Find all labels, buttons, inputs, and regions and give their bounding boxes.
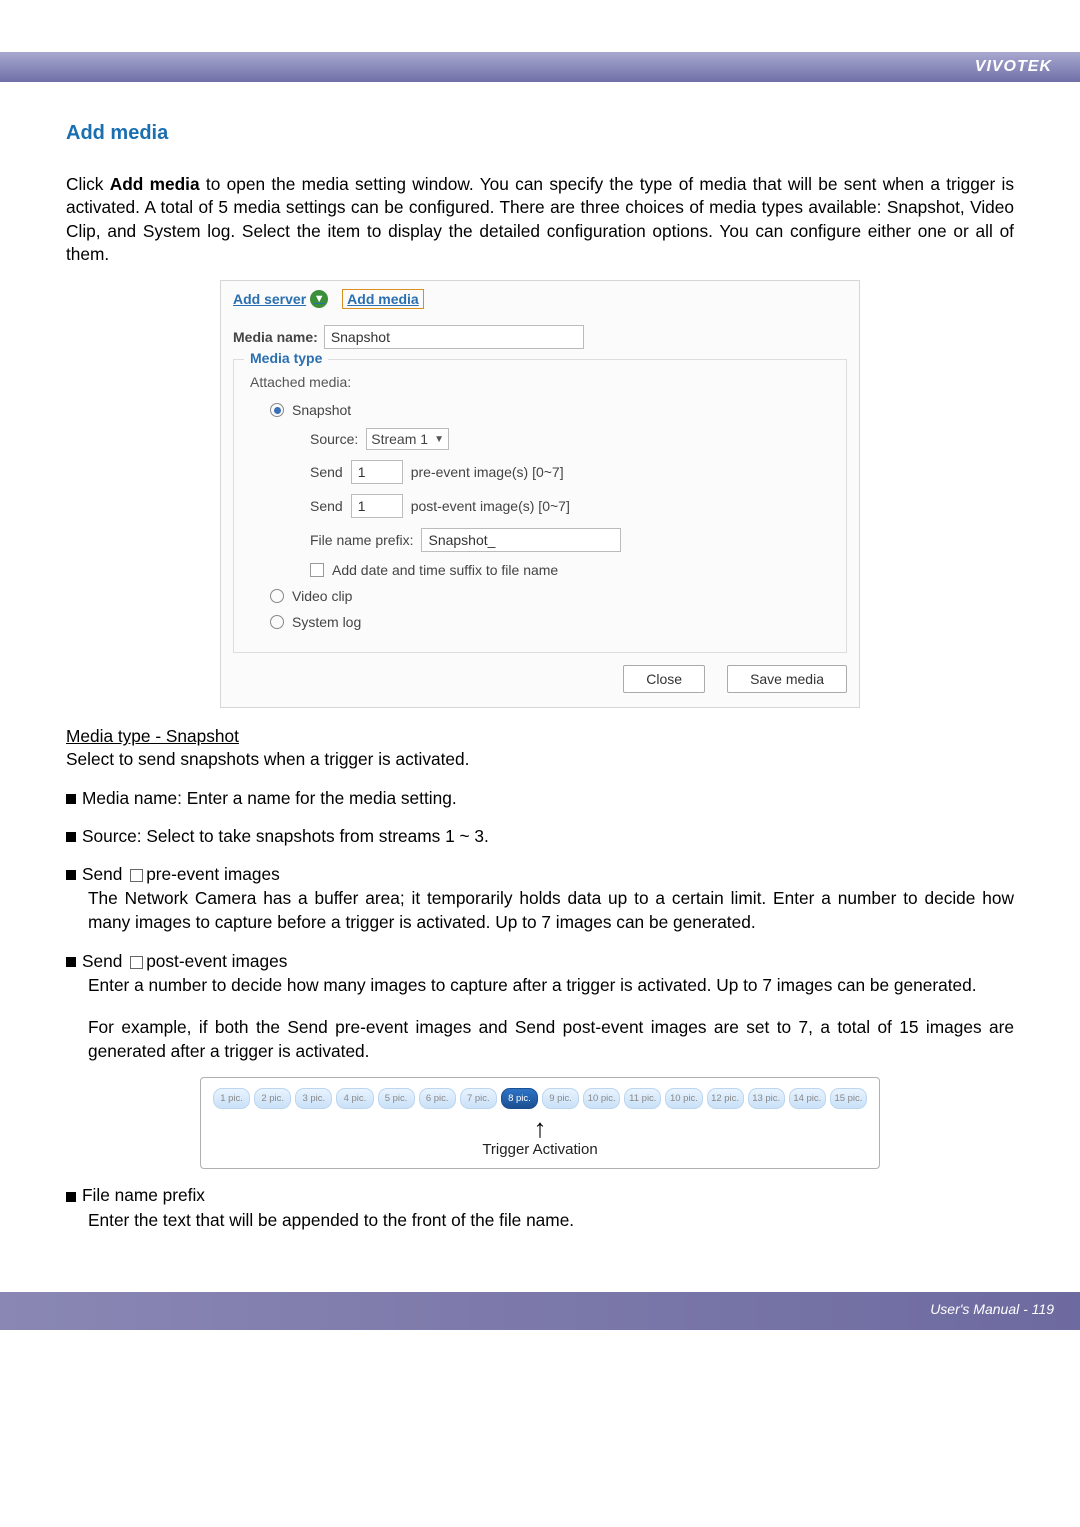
snapshot-desc: Select to send snapshots when a trigger … xyxy=(66,747,1014,771)
pic-item: 6 pic. xyxy=(419,1088,456,1109)
pre-event-input[interactable] xyxy=(351,460,403,484)
trigger-diagram: 1 pic.2 pic.3 pic.4 pic.5 pic.6 pic.7 pi… xyxy=(200,1077,880,1169)
media-name-input[interactable] xyxy=(324,325,584,349)
bullet-icon xyxy=(66,957,76,967)
radio-videoclip[interactable]: Video clip xyxy=(270,588,830,604)
pic-item: 10 pic. xyxy=(665,1088,702,1109)
media-settings-dialog: Add server ▼ Add media Media name: Media… xyxy=(220,280,860,708)
close-button[interactable]: Close xyxy=(623,665,705,693)
snapshot-options: Source: Stream 1 ▼ Send pre-event image(… xyxy=(310,428,830,578)
post-event-input[interactable] xyxy=(351,494,403,518)
intro-paragraph: Click Add media to open the media settin… xyxy=(66,173,1014,266)
page-footer: User's Manual - 119 xyxy=(0,1292,1080,1330)
save-media-button[interactable]: Save media xyxy=(727,665,847,693)
suffix-checkbox[interactable] xyxy=(310,563,324,577)
source-select[interactable]: Stream 1 ▼ xyxy=(366,428,449,450)
pic-item: 7 pic. xyxy=(460,1088,497,1109)
send-post-word: Send xyxy=(82,951,122,971)
bullet-icon xyxy=(66,794,76,804)
pre-event-suffix: pre-event image(s) [0~7] xyxy=(411,464,564,480)
bullet-icon xyxy=(66,1192,76,1202)
brand-name: VIVOTEK xyxy=(975,58,1052,76)
inline-checkbox-icon xyxy=(130,956,143,969)
media-type-fieldset: Media type Attached media: Snapshot Sour… xyxy=(233,359,847,653)
radio-icon xyxy=(270,403,284,417)
brand-bar: VIVOTEK xyxy=(0,52,1080,82)
add-media-label: Add media xyxy=(347,291,419,307)
footer-text: User's Manual - 119 xyxy=(930,1301,1054,1317)
add-server-label: Add server xyxy=(233,291,306,307)
pic-item: 13 pic. xyxy=(748,1088,785,1109)
bullet-icon xyxy=(66,832,76,842)
dialog-tabs: Add server ▼ Add media xyxy=(233,289,847,309)
example-text: For example, if both the Send pre-event … xyxy=(88,1015,1014,1063)
source-label: Source: xyxy=(310,431,358,447)
media-name-label: Media name: xyxy=(233,329,318,345)
arrow-up-icon: ↑ xyxy=(213,1115,867,1141)
bullet-send-post: Send post-event images xyxy=(66,949,1014,973)
radio-systemlog[interactable]: System log xyxy=(270,614,830,630)
snapshot-heading: Media type - Snapshot xyxy=(66,726,1014,747)
source-value: Stream 1 xyxy=(371,431,428,447)
radio-icon xyxy=(270,589,284,603)
send-post-desc: Enter a number to decide how many images… xyxy=(88,973,1014,997)
attached-media-label: Attached media: xyxy=(250,374,830,390)
pic-item: 1 pic. xyxy=(213,1088,250,1109)
file-prefix-input[interactable] xyxy=(421,528,621,552)
pic-item: 11 pic. xyxy=(624,1088,661,1109)
post-event-suffix: post-event image(s) [0~7] xyxy=(411,498,570,514)
send-pre-label: Send xyxy=(310,464,343,480)
intro-after: to open the media setting window. You ca… xyxy=(66,174,1014,264)
file-prefix-heading: File name prefix xyxy=(82,1185,205,1205)
file-prefix-desc: Enter the text that will be appended to … xyxy=(88,1208,1014,1232)
pic-item: 10 pic. xyxy=(583,1088,620,1109)
bullet-source: Source: Select to take snapshots from st… xyxy=(66,824,1014,848)
suffix-checkbox-label: Add date and time suffix to file name xyxy=(332,562,558,578)
bullet-file-prefix: File name prefix xyxy=(66,1183,1014,1207)
bullet-icon xyxy=(66,870,76,880)
send-pre-word: Send xyxy=(82,864,122,884)
add-server-link[interactable]: Add server ▼ xyxy=(233,290,328,308)
expand-down-icon: ▼ xyxy=(310,290,328,308)
pic-sequence: 1 pic.2 pic.3 pic.4 pic.5 pic.6 pic.7 pi… xyxy=(213,1088,867,1109)
media-type-legend: Media type xyxy=(244,350,328,366)
add-media-link[interactable]: Add media xyxy=(342,289,424,309)
send-post-label: Send xyxy=(310,498,343,514)
inline-checkbox-icon xyxy=(130,869,143,882)
section-title: Add media xyxy=(66,122,1014,145)
pic-item: 3 pic. xyxy=(295,1088,332,1109)
trigger-caption: Trigger Activation xyxy=(213,1141,867,1158)
intro-before: Click xyxy=(66,174,110,194)
pic-item: 15 pic. xyxy=(830,1088,867,1109)
radio-videoclip-label: Video clip xyxy=(292,588,352,604)
radio-snapshot[interactable]: Snapshot xyxy=(270,402,830,418)
pic-item: 5 pic. xyxy=(378,1088,415,1109)
top-spacer xyxy=(0,0,1080,52)
chevron-down-icon: ▼ xyxy=(434,434,444,445)
radio-icon xyxy=(270,615,284,629)
pic-item: 9 pic. xyxy=(542,1088,579,1109)
pic-item: 14 pic. xyxy=(789,1088,826,1109)
radio-systemlog-label: System log xyxy=(292,614,361,630)
pic-item: 12 pic. xyxy=(707,1088,744,1109)
file-prefix-label: File name prefix: xyxy=(310,532,413,548)
intro-bold: Add media xyxy=(110,174,200,194)
send-pre-after: pre-event images xyxy=(146,864,280,884)
bullet-media-name: Media name: Enter a name for the media s… xyxy=(66,786,1014,810)
bullet-send-pre: Send pre-event images xyxy=(66,862,1014,886)
bullet-source-text: Source: Select to take snapshots from st… xyxy=(82,826,489,846)
pic-item: 4 pic. xyxy=(336,1088,373,1109)
bullet-media-name-text: Media name: Enter a name for the media s… xyxy=(82,788,457,808)
pic-item: 8 pic. xyxy=(501,1088,538,1109)
send-pre-desc: The Network Camera has a buffer area; it… xyxy=(88,886,1014,934)
send-post-after: post-event images xyxy=(146,951,287,971)
radio-snapshot-label: Snapshot xyxy=(292,402,351,418)
pic-item: 2 pic. xyxy=(254,1088,291,1109)
